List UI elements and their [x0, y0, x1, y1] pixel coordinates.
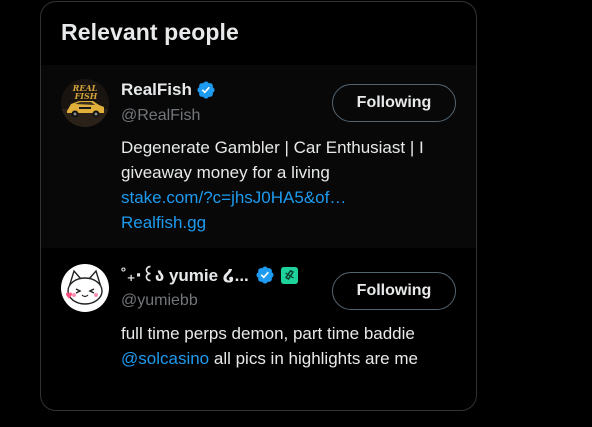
- person-cell[interactable]: REAL FISH RealFish @RealFish Following D…: [41, 65, 476, 248]
- user-handle[interactable]: @yumiebb: [121, 292, 198, 310]
- panel-title: Relevant people: [61, 19, 239, 45]
- display-name[interactable]: RealFish: [121, 80, 192, 100]
- display-name[interactable]: ˚₊‧꒰ა yumie ໒...: [121, 264, 249, 286]
- name-row: RealFish: [121, 79, 216, 101]
- person-cell[interactable]: ˚₊‧꒰ა yumie ໒... @yumiebb Following full…: [41, 250, 476, 410]
- user-bio: Degenerate Gambler | Car Enthusiast | I …: [121, 135, 466, 235]
- bio-mention-solcasino[interactable]: @solcasino: [121, 349, 209, 368]
- affiliate-badge-icon[interactable]: [280, 266, 298, 284]
- avatar[interactable]: REAL FISH: [61, 79, 109, 127]
- verified-badge-icon: [196, 80, 216, 100]
- following-button[interactable]: Following: [332, 84, 456, 122]
- bio-text: Degenerate Gambler | Car Enthusiast | I …: [121, 138, 424, 182]
- bio-link-realfish[interactable]: Realfish.gg: [121, 210, 466, 235]
- avatar-image: REAL FISH: [61, 79, 109, 127]
- page: Relevant people REAL FISH RealFish @Real…: [0, 0, 592, 427]
- name-row: ˚₊‧꒰ა yumie ໒...: [121, 264, 298, 286]
- verified-badge-icon: [255, 265, 275, 285]
- avatar[interactable]: [61, 264, 109, 312]
- svg-text:FISH: FISH: [74, 91, 98, 101]
- avatar-image: [61, 264, 109, 312]
- bio-link-stake[interactable]: stake.com/?c=jhsJ0HA5&of…: [121, 185, 466, 210]
- following-button[interactable]: Following: [332, 272, 456, 310]
- bio-text-before: full time perps demon, part time baddie: [121, 324, 415, 343]
- user-handle[interactable]: @RealFish: [121, 107, 200, 125]
- bio-text-after: all pics in highlights are me: [209, 349, 418, 368]
- relevant-people-panel: Relevant people REAL FISH RealFish @Real…: [40, 1, 477, 411]
- user-bio: full time perps demon, part time baddie …: [121, 321, 466, 371]
